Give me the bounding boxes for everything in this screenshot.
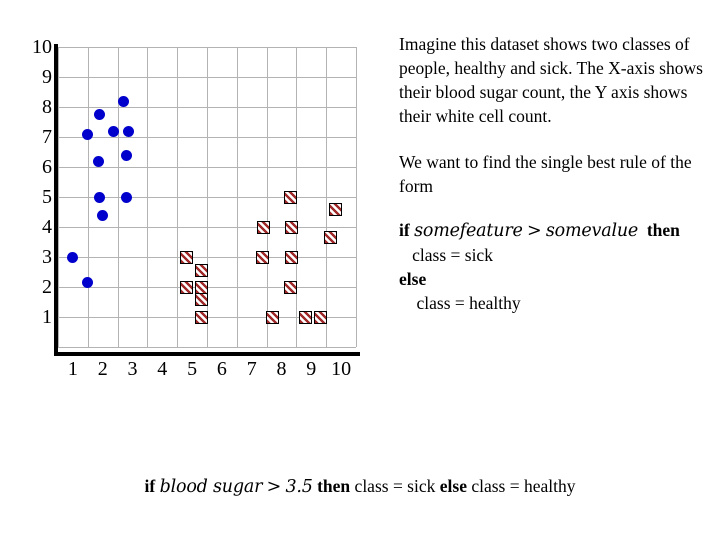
gridline-vertical xyxy=(237,47,238,347)
generic-rule-feature: somefeature xyxy=(414,221,523,241)
y-tick-label: 9 xyxy=(42,66,52,88)
gridline-vertical xyxy=(267,47,268,347)
data-point-healthy xyxy=(94,191,106,203)
final-rule-if-keyword: if xyxy=(144,476,156,496)
final-rule-then-keyword: then xyxy=(317,476,351,496)
generic-rule-value: somevalue xyxy=(545,221,639,241)
data-point-sick xyxy=(298,310,312,324)
generic-rule-then-body: class = sick xyxy=(412,245,493,265)
gridline-horizontal xyxy=(58,107,356,108)
data-point-sick xyxy=(266,310,280,324)
data-point-sick xyxy=(255,250,269,264)
data-point-healthy xyxy=(82,128,94,140)
data-point-sick xyxy=(257,220,271,234)
final-rule-else-keyword: else xyxy=(439,476,467,496)
data-point-sick xyxy=(179,250,193,264)
gridline-vertical xyxy=(326,47,327,347)
data-point-sick xyxy=(194,310,208,324)
gridline-horizontal xyxy=(58,347,356,348)
x-tick-label: 10 xyxy=(331,358,352,380)
data-point-healthy xyxy=(121,149,133,161)
x-axis-line xyxy=(54,352,360,356)
data-point-sick xyxy=(285,220,299,234)
final-rule-value: 3.5 xyxy=(285,477,313,497)
y-tick-label: 4 xyxy=(42,216,52,238)
gridline-horizontal xyxy=(58,137,356,138)
generic-rule-then-keyword: then xyxy=(646,220,680,240)
data-point-healthy xyxy=(121,191,133,203)
data-point-healthy xyxy=(67,251,79,263)
gridline-horizontal xyxy=(58,47,356,48)
x-tick-label: 6 xyxy=(216,358,227,380)
x-tick-label: 5 xyxy=(187,358,198,380)
generic-rule-else-line: else xyxy=(399,267,711,291)
generic-rule-if-keyword: if xyxy=(399,220,410,240)
y-tick-label: 10 xyxy=(32,36,52,58)
x-tick-label: 8 xyxy=(276,358,287,380)
data-point-sick xyxy=(324,231,338,244)
generic-rule-else-body-line: class = healthy xyxy=(399,291,711,315)
y-tick-label: 3 xyxy=(42,246,52,268)
data-point-sick xyxy=(179,280,193,294)
generic-rule-else-body: class = healthy xyxy=(416,293,521,313)
data-point-sick xyxy=(194,292,208,306)
generic-rule-else-keyword: else xyxy=(399,269,427,289)
x-tick-label: 7 xyxy=(246,358,257,380)
data-point-healthy xyxy=(97,209,109,221)
data-point-healthy xyxy=(92,155,104,167)
y-axis-line xyxy=(54,44,58,356)
x-tick-label: 1 xyxy=(67,358,78,380)
explanation-paragraph: Imagine this dataset shows two classes o… xyxy=(399,34,703,126)
final-rule-else-body: class = healthy xyxy=(471,476,576,496)
data-point-healthy xyxy=(94,109,106,120)
data-point-sick xyxy=(313,310,327,324)
plot-area xyxy=(58,47,357,348)
x-tick-label: 3 xyxy=(127,358,138,380)
generic-rule-operator: > xyxy=(527,221,542,241)
goal-paragraph: We want to find the single best rule of … xyxy=(399,152,692,196)
data-point-healthy xyxy=(107,125,119,137)
x-tick-label: 9 xyxy=(306,358,317,380)
data-point-sick xyxy=(285,250,299,264)
data-point-sick xyxy=(283,280,297,294)
y-tick-label: 8 xyxy=(42,96,52,118)
gridline-horizontal xyxy=(58,77,356,78)
final-rule-operator: > xyxy=(266,477,282,497)
y-axis-tick-labels: 1 2 3 4 5 6 7 8 9 10 xyxy=(20,0,52,395)
generic-rule-if-line: if somefeature > somevalue then xyxy=(399,218,711,243)
generic-rule-block: if somefeature > somevalue then class = … xyxy=(399,218,711,315)
x-tick-label: 2 xyxy=(97,358,108,380)
generic-rule-then-body-line: class = sick xyxy=(399,243,711,267)
scatter-plot-figure: 1 2 3 4 5 6 7 8 9 10 1 2 3 4 5 6 7 8 9 10 xyxy=(0,0,400,395)
y-tick-label: 2 xyxy=(42,276,52,298)
x-axis-tick-labels: 1 2 3 4 5 6 7 8 9 10 xyxy=(58,358,358,386)
data-point-sick xyxy=(328,202,342,216)
data-point-healthy xyxy=(118,95,130,107)
y-tick-label: 5 xyxy=(42,186,52,208)
gridline-vertical xyxy=(356,47,357,347)
data-point-healthy xyxy=(122,125,134,137)
data-point-sick xyxy=(283,190,297,204)
y-tick-label: 1 xyxy=(42,306,52,328)
final-rule-feature: blood sugar xyxy=(159,477,263,497)
y-tick-label: 7 xyxy=(42,126,52,148)
narrative-panel: Imagine this dataset shows two classes o… xyxy=(399,32,711,315)
final-rule-caption: if blood sugar > 3.5 then class = sick e… xyxy=(0,474,720,499)
gridline-horizontal xyxy=(58,167,356,168)
data-point-sick xyxy=(194,264,208,277)
y-tick-label: 6 xyxy=(42,156,52,178)
final-rule-then-body: class = sick xyxy=(354,476,436,496)
x-tick-label: 4 xyxy=(157,358,168,380)
